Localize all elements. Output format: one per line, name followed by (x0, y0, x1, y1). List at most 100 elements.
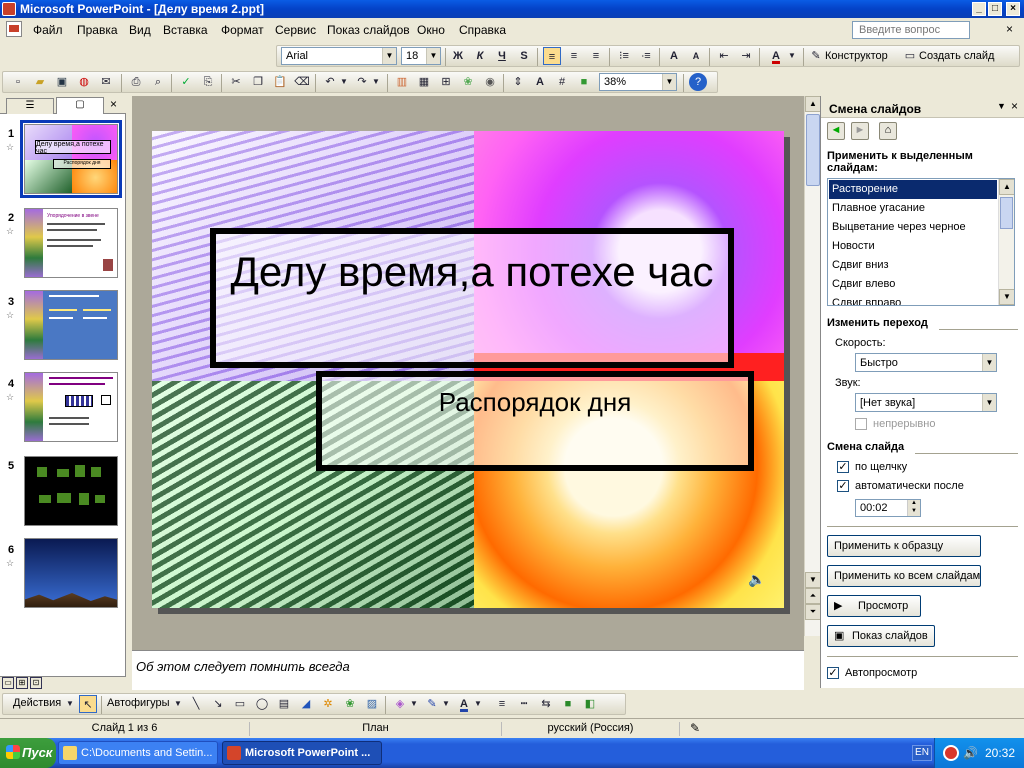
maximize-button[interactable]: □ (988, 2, 1002, 16)
format-painter-icon[interactable]: ⌫ (293, 73, 311, 91)
task-explorer[interactable]: C:\Documents and Settin... (58, 741, 218, 765)
decrease-font-icon[interactable]: A (687, 47, 705, 65)
insert-table-icon[interactable]: ▦ (415, 73, 433, 91)
line-icon[interactable]: ╲ (187, 695, 205, 713)
scroll-down-icon[interactable]: ▼ (999, 289, 1014, 305)
undo-icon[interactable]: ↶ (321, 73, 339, 91)
transition-item[interactable]: Сдвиг вправо (829, 294, 997, 305)
document-icon[interactable] (6, 21, 22, 37)
thumbnail-slide-5[interactable] (24, 456, 118, 526)
chevron-down-icon[interactable]: ▼ (441, 695, 451, 713)
slide-sorter-icon[interactable]: ⊞ (16, 677, 28, 689)
arrow-style-icon[interactable]: ⇆ (537, 695, 555, 713)
menu-insert[interactable]: Вставка (160, 22, 211, 38)
line-color-icon[interactable]: ✎ (423, 695, 441, 713)
show-grid-icon[interactable]: # (553, 73, 571, 91)
transition-list[interactable]: Растворение Плавное угасание Выцветание … (827, 178, 1015, 306)
menu-tools[interactable]: Сервис (272, 22, 319, 38)
align-center-icon[interactable]: ≡ (565, 47, 583, 65)
thumbnail-slide-3[interactable] (24, 290, 118, 360)
dash-style-icon[interactable]: ┅ (515, 695, 533, 713)
tab-outline[interactable]: ☰ (6, 98, 54, 114)
preview-button[interactable]: ▶ Просмотр (827, 595, 921, 617)
thumbnail-slide-2[interactable]: Упорядочение в звене (24, 208, 118, 278)
research-icon[interactable]: ⎘ (199, 73, 217, 91)
bold-button[interactable]: Ж (449, 47, 467, 65)
chevron-down-icon[interactable]: ▼ (662, 74, 676, 90)
next-slide-icon[interactable]: ⏷ (805, 604, 821, 620)
chevron-down-icon[interactable]: ▼ (371, 73, 381, 91)
paste-icon[interactable]: 📋 (271, 73, 289, 91)
menu-window[interactable]: Окно (414, 22, 448, 38)
loop-checkbox[interactable] (855, 418, 867, 430)
slide-canvas[interactable]: 🔈 Делу время,а потехе час Распорядок дня (152, 131, 784, 608)
spelling-icon[interactable]: ✓ (177, 73, 195, 91)
menu-format[interactable]: Формат (218, 22, 267, 38)
increase-indent-icon[interactable]: ⇥ (737, 47, 755, 65)
list-scrollbar[interactable]: ▲ ▼ (998, 179, 1014, 305)
transition-item[interactable]: Сдвиг влево (829, 275, 997, 294)
font-size-combo[interactable]: 18 ▼ (401, 47, 441, 65)
help-icon[interactable]: ? (689, 73, 707, 91)
align-right-icon[interactable]: ≡ (587, 47, 605, 65)
diagram-icon[interactable]: ✲ (319, 695, 337, 713)
scroll-up-icon[interactable]: ▲ (805, 96, 821, 112)
shadow-button[interactable]: S (515, 47, 533, 65)
back-icon[interactable]: ◄ (827, 122, 845, 140)
redo-icon[interactable]: ↷ (353, 73, 371, 91)
help-search-input[interactable]: Введите вопрос (852, 21, 970, 39)
chevron-down-icon[interactable]: ▼ (982, 394, 996, 411)
scroll-down-icon[interactable]: ▼ (805, 572, 821, 588)
textbox-icon[interactable]: ▤ (275, 695, 293, 713)
open-icon[interactable]: ▰ (31, 73, 49, 91)
close-doc-icon[interactable]: × (1006, 22, 1013, 36)
print-preview-icon[interactable]: ⌕ (149, 73, 167, 91)
language-indicator[interactable]: EN (912, 745, 932, 761)
tab-slides[interactable]: ▢ (56, 97, 104, 114)
minimize-button[interactable]: _ (972, 2, 986, 16)
cut-icon[interactable]: ✂ (227, 73, 245, 91)
font-color-icon[interactable]: A (455, 695, 473, 713)
chevron-down-icon[interactable]: ▼ (997, 101, 1006, 111)
chevron-down-icon[interactable]: ▼ (173, 695, 183, 713)
save-icon[interactable]: ▣ (53, 73, 71, 91)
increase-font-icon[interactable]: A (665, 47, 683, 65)
rectangle-icon[interactable]: ▭ (231, 695, 249, 713)
auto-advance-checkbox[interactable]: ✓ (837, 480, 849, 492)
transition-item[interactable]: Плавное угасание (829, 199, 997, 218)
auto-time-input[interactable]: 00:02 ▲ ▼ (855, 499, 921, 517)
align-left-icon[interactable]: ≡ (543, 47, 561, 65)
transition-item[interactable]: Выцветание через черное (829, 218, 997, 237)
spin-down-icon[interactable]: ▼ (907, 508, 920, 516)
underline-button[interactable]: Ч (493, 47, 511, 65)
forward-icon[interactable]: ► (851, 122, 869, 140)
close-icon[interactable]: × (110, 97, 117, 111)
3d-style-icon[interactable]: ◧ (581, 695, 599, 713)
slide-subtitle-box[interactable]: Распорядок дня (316, 371, 754, 471)
expand-all-icon[interactable]: ⇕ (509, 73, 527, 91)
oval-icon[interactable]: ◯ (253, 695, 271, 713)
color-grayscale-icon[interactable]: ■ (575, 73, 593, 91)
chevron-down-icon[interactable]: ▼ (473, 695, 483, 713)
speed-select[interactable]: Быстро ▼ (855, 353, 997, 372)
autoshapes-menu[interactable]: Автофигуры (107, 697, 170, 709)
scroll-up-icon[interactable]: ▲ (999, 179, 1014, 195)
clipart-icon[interactable]: ❀ (341, 695, 359, 713)
chevron-down-icon[interactable]: ▼ (409, 695, 419, 713)
menu-help[interactable]: Справка (456, 22, 509, 38)
shadow-style-icon[interactable]: ■ (559, 695, 577, 713)
thumbnail-slide-1[interactable]: Делу время,а потехе час Распорядок дня (20, 120, 122, 198)
spelling-status-icon[interactable]: ✎ (690, 721, 700, 735)
notes-pane[interactable]: Об этом следует помнить всегда (132, 650, 804, 690)
arrow-icon[interactable]: ↘ (209, 695, 227, 713)
chevron-down-icon[interactable]: ▼ (382, 48, 396, 64)
chevron-down-icon[interactable]: ▼ (982, 354, 996, 371)
line-style-icon[interactable]: ≡ (493, 695, 511, 713)
copy-icon[interactable]: ❐ (249, 73, 267, 91)
speaker-icon[interactable]: 🔈 (748, 571, 765, 587)
font-combo[interactable]: Arial ▼ (281, 47, 397, 65)
insert-clipart-icon[interactable]: ❀ (459, 73, 477, 91)
fill-color-icon[interactable]: ◈ (391, 695, 409, 713)
actions-menu[interactable]: Действия (13, 697, 61, 709)
start-button[interactable]: Пуск (0, 738, 56, 768)
